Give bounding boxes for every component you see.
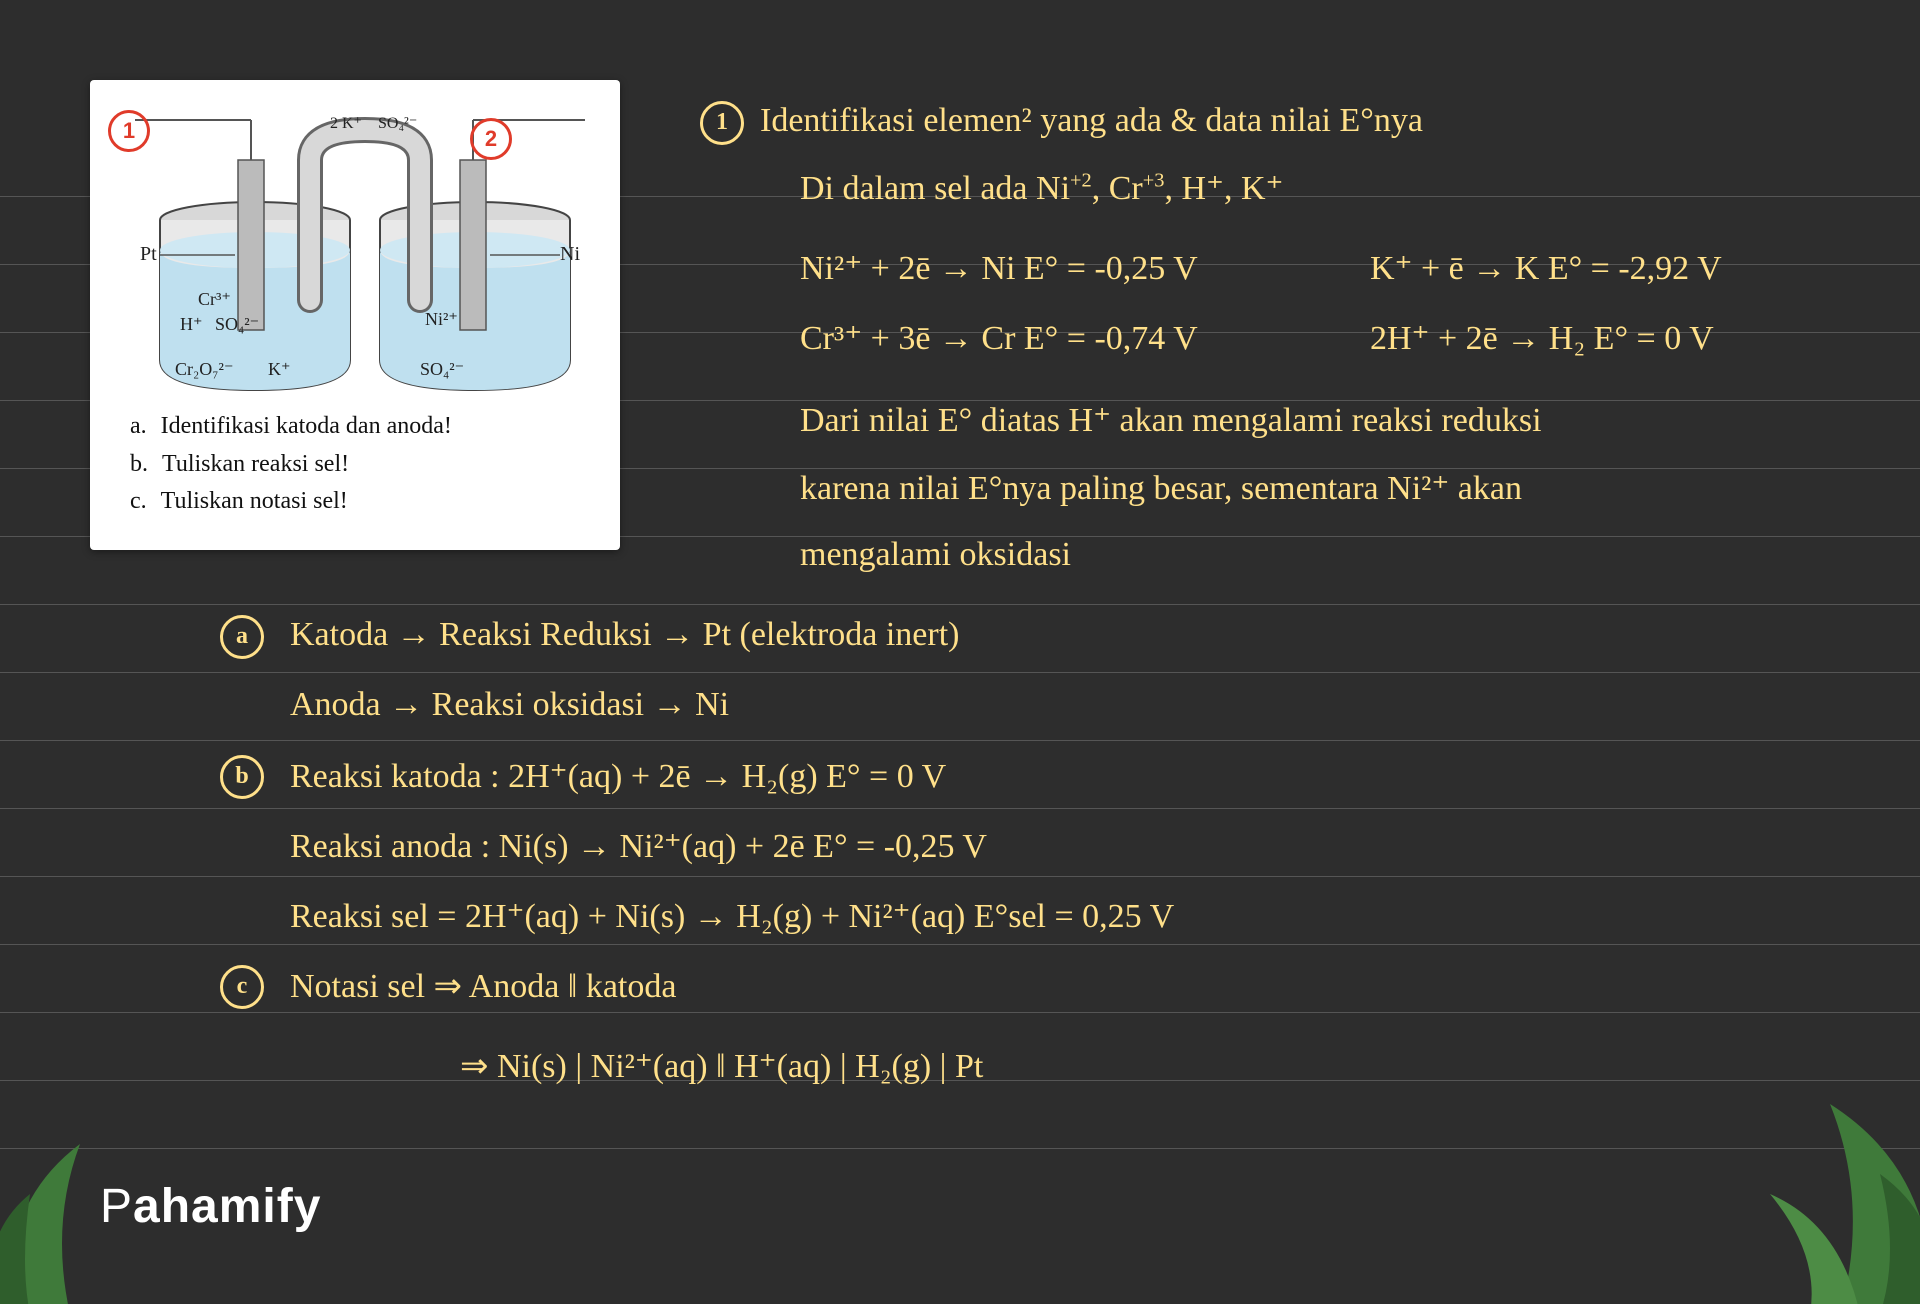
card-questions: a. Identifikasi katoda dan anoda! b. Tulis…: [130, 408, 590, 520]
note-step1-marker: 1: [700, 100, 744, 145]
page: Pt Ni Cr³⁺ H⁺ SO₄²⁻ Cr₂O₇²⁻ K⁺ Ni²⁺ SO₄²…: [0, 0, 1920, 1304]
annotation-2: 2: [470, 118, 512, 160]
label-k: K⁺: [268, 359, 291, 379]
note-r2: Di dalam sel ada Ni+2, Cr+3, H⁺, K⁺: [800, 168, 1283, 208]
note-r1: Identifikasi elemen² yang ada & data nil…: [760, 102, 1423, 140]
note-c2: ⇒ Ni(s) | Ni²⁺(aq) ‖ H⁺(aq) | H₂(g) | Pt: [460, 1046, 983, 1086]
note-c-marker: c: [220, 964, 264, 1009]
q-c-num: c.: [130, 483, 147, 520]
label-ni: Ni: [560, 243, 580, 265]
note-r6: karena nilai E°nya paling besar, sementa…: [800, 468, 1522, 508]
label-so4-r: SO₄²⁻: [420, 359, 464, 379]
label-h: H⁺: [180, 314, 203, 334]
cell-diagram: Pt Ni Cr³⁺ H⁺ SO₄²⁻ Cr₂O₇²⁻ K⁺ Ni²⁺ SO₄²…: [120, 100, 590, 410]
label-cr2o7: Cr₂O₇²⁻: [175, 359, 233, 379]
question-card: Pt Ni Cr³⁺ H⁺ SO₄²⁻ Cr₂O₇²⁻ K⁺ Ni²⁺ SO₄²…: [90, 80, 620, 550]
label-cr3: Cr³⁺: [198, 289, 231, 309]
q-b-num: b.: [130, 446, 148, 483]
note-a2: Anoda → Reaksi oksidasi → Ni: [290, 686, 729, 724]
note-b3: Reaksi sel = 2H⁺(aq) + Ni(s) → H₂(g) + N…: [290, 896, 1174, 936]
note-c1: Notasi sel ⇒ Anoda ‖ katoda: [290, 966, 676, 1006]
note-r4: Cr³⁺ + 3ē → Cr E° = -0,74 V: [800, 318, 1198, 358]
note-r3b: K⁺ + ē → K E° = -2,92 V: [1370, 248, 1722, 288]
label-pt: Pt: [140, 243, 157, 265]
q-c-text: Tuliskan notasi sel!: [161, 483, 348, 520]
q-b-text: Tuliskan reaksi sel!: [162, 446, 349, 483]
brand-logo: Pahamify: [100, 1179, 360, 1234]
note-r3: Ni²⁺ + 2ē → Ni E° = -0,25 V: [800, 248, 1198, 288]
note-a-marker: a: [220, 614, 264, 659]
note-b2: Reaksi anoda : Ni(s) → Ni²⁺(aq) + 2ē E° …: [290, 826, 987, 866]
note-r4b: 2H⁺ + 2ē → H₂ E° = 0 V: [1370, 318, 1714, 358]
label-bridge-so4: SO₄²⁻: [378, 115, 417, 132]
q-a-text: Identifikasi katoda dan anoda!: [161, 408, 452, 445]
q-a-num: a.: [130, 408, 147, 445]
note-r5: Dari nilai E° diatas H⁺ akan mengalami r…: [800, 400, 1542, 440]
note-b-marker: b: [220, 754, 264, 799]
note-r7: mengalami oksidasi: [800, 536, 1071, 574]
note-a1: Katoda → Reaksi Reduksi → Pt (elektroda …: [290, 616, 959, 654]
label-so4-l: SO₄²⁻: [215, 314, 259, 334]
annotation-1: 1: [108, 110, 150, 152]
label-bridge-k: 2 K⁺: [330, 115, 362, 132]
label-ni2: Ni²⁺: [425, 309, 458, 329]
note-b1: Reaksi katoda : 2H⁺(aq) + 2ē → H₂(g) E° …: [290, 756, 946, 796]
leaf-decoration-right: [1710, 1054, 1920, 1304]
